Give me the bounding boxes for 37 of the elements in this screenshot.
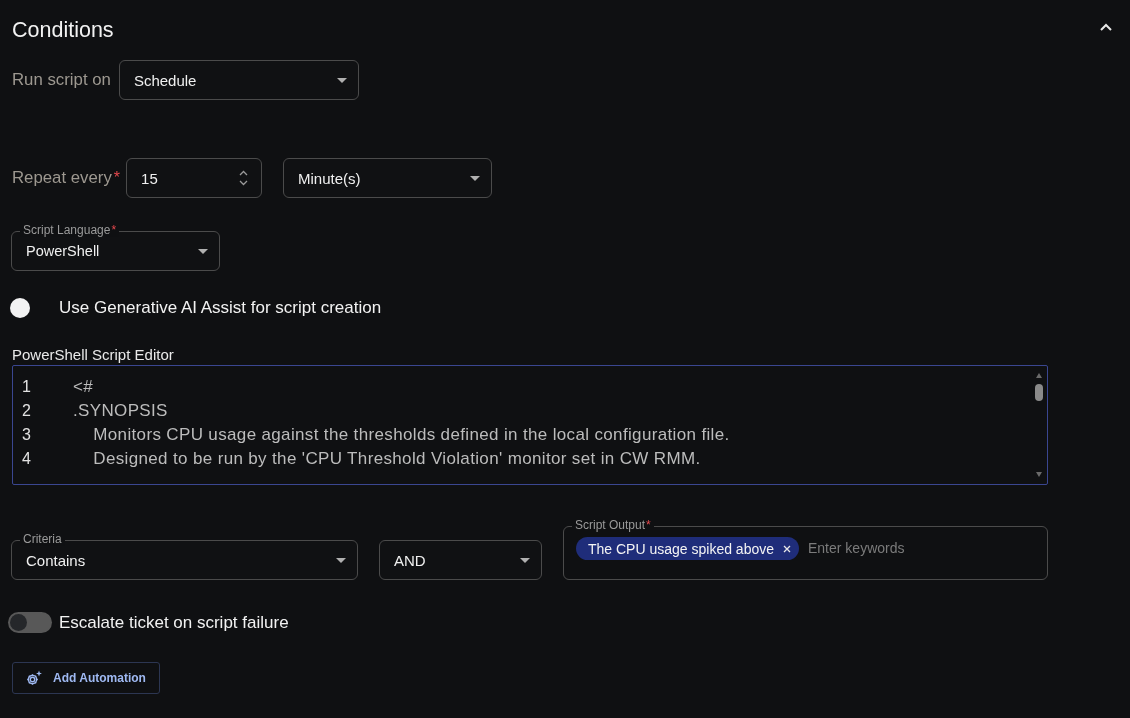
operator-select[interactable]: AND: [379, 540, 542, 580]
toggle-switch[interactable]: [8, 612, 52, 633]
keyword-input[interactable]: Enter keywords: [808, 537, 905, 560]
unit-select[interactable]: Minute(s): [283, 158, 493, 198]
field-label: Repeat every: [12, 168, 112, 188]
line-number: 1: [22, 378, 32, 396]
chevron-up-icon[interactable]: [1100, 23, 1112, 31]
number-input[interactable]: 15: [126, 158, 263, 198]
field-label: Criteria: [20, 532, 65, 546]
toggle-label: Use Generative AI Assist for script creation: [59, 298, 382, 318]
required-mark: *: [113, 168, 121, 188]
line-number: 2: [22, 402, 32, 420]
close-icon[interactable]: [783, 544, 791, 553]
code-editor[interactable]: 1 <# 2 .SYNOPSIS 3 Monitors CPU usage against the thresholds defined in the local configuration file. 4 Designed to be run by the 'CPU Threshold Violation' monitor set in CW RMM.: [12, 365, 1048, 485]
toggle-label: Escalate ticket on script failure: [59, 612, 289, 633]
spinner-icon[interactable]: [239, 170, 249, 186]
caret-icon: [470, 175, 481, 181]
editor-label: PowerShell Script Editor: [12, 347, 174, 363]
line-number: 3: [22, 426, 32, 444]
caret-icon: [198, 248, 208, 254]
field-label: Run script on: [12, 70, 111, 90]
caret-icon: [336, 557, 346, 563]
line-number: 4: [22, 450, 32, 468]
toggle-knob[interactable]: [10, 298, 30, 318]
field-label: Script Language*: [20, 223, 120, 237]
field-label: Script Output*: [572, 518, 654, 532]
caret-icon: [520, 557, 530, 563]
code-line: Designed to be run by the 'CPU Threshold Violation' monitor set in CW RMM.: [92, 449, 701, 469]
caret-icon: [336, 77, 347, 83]
gear-sparkle-icon: [25, 669, 42, 687]
add-automation-button[interactable]: Add Automation: [12, 662, 160, 694]
code-line: <#: [73, 377, 94, 397]
section-title: Conditions: [12, 18, 114, 42]
code-line: Monitors CPU usage against the thresholds defined in the local configuration file.: [92, 425, 730, 445]
run-script-select[interactable]: Schedule: [118, 60, 359, 100]
keyword-chip[interactable]: The CPU usage spiked above: [576, 537, 799, 560]
code-line: .SYNOPSIS: [73, 401, 168, 421]
